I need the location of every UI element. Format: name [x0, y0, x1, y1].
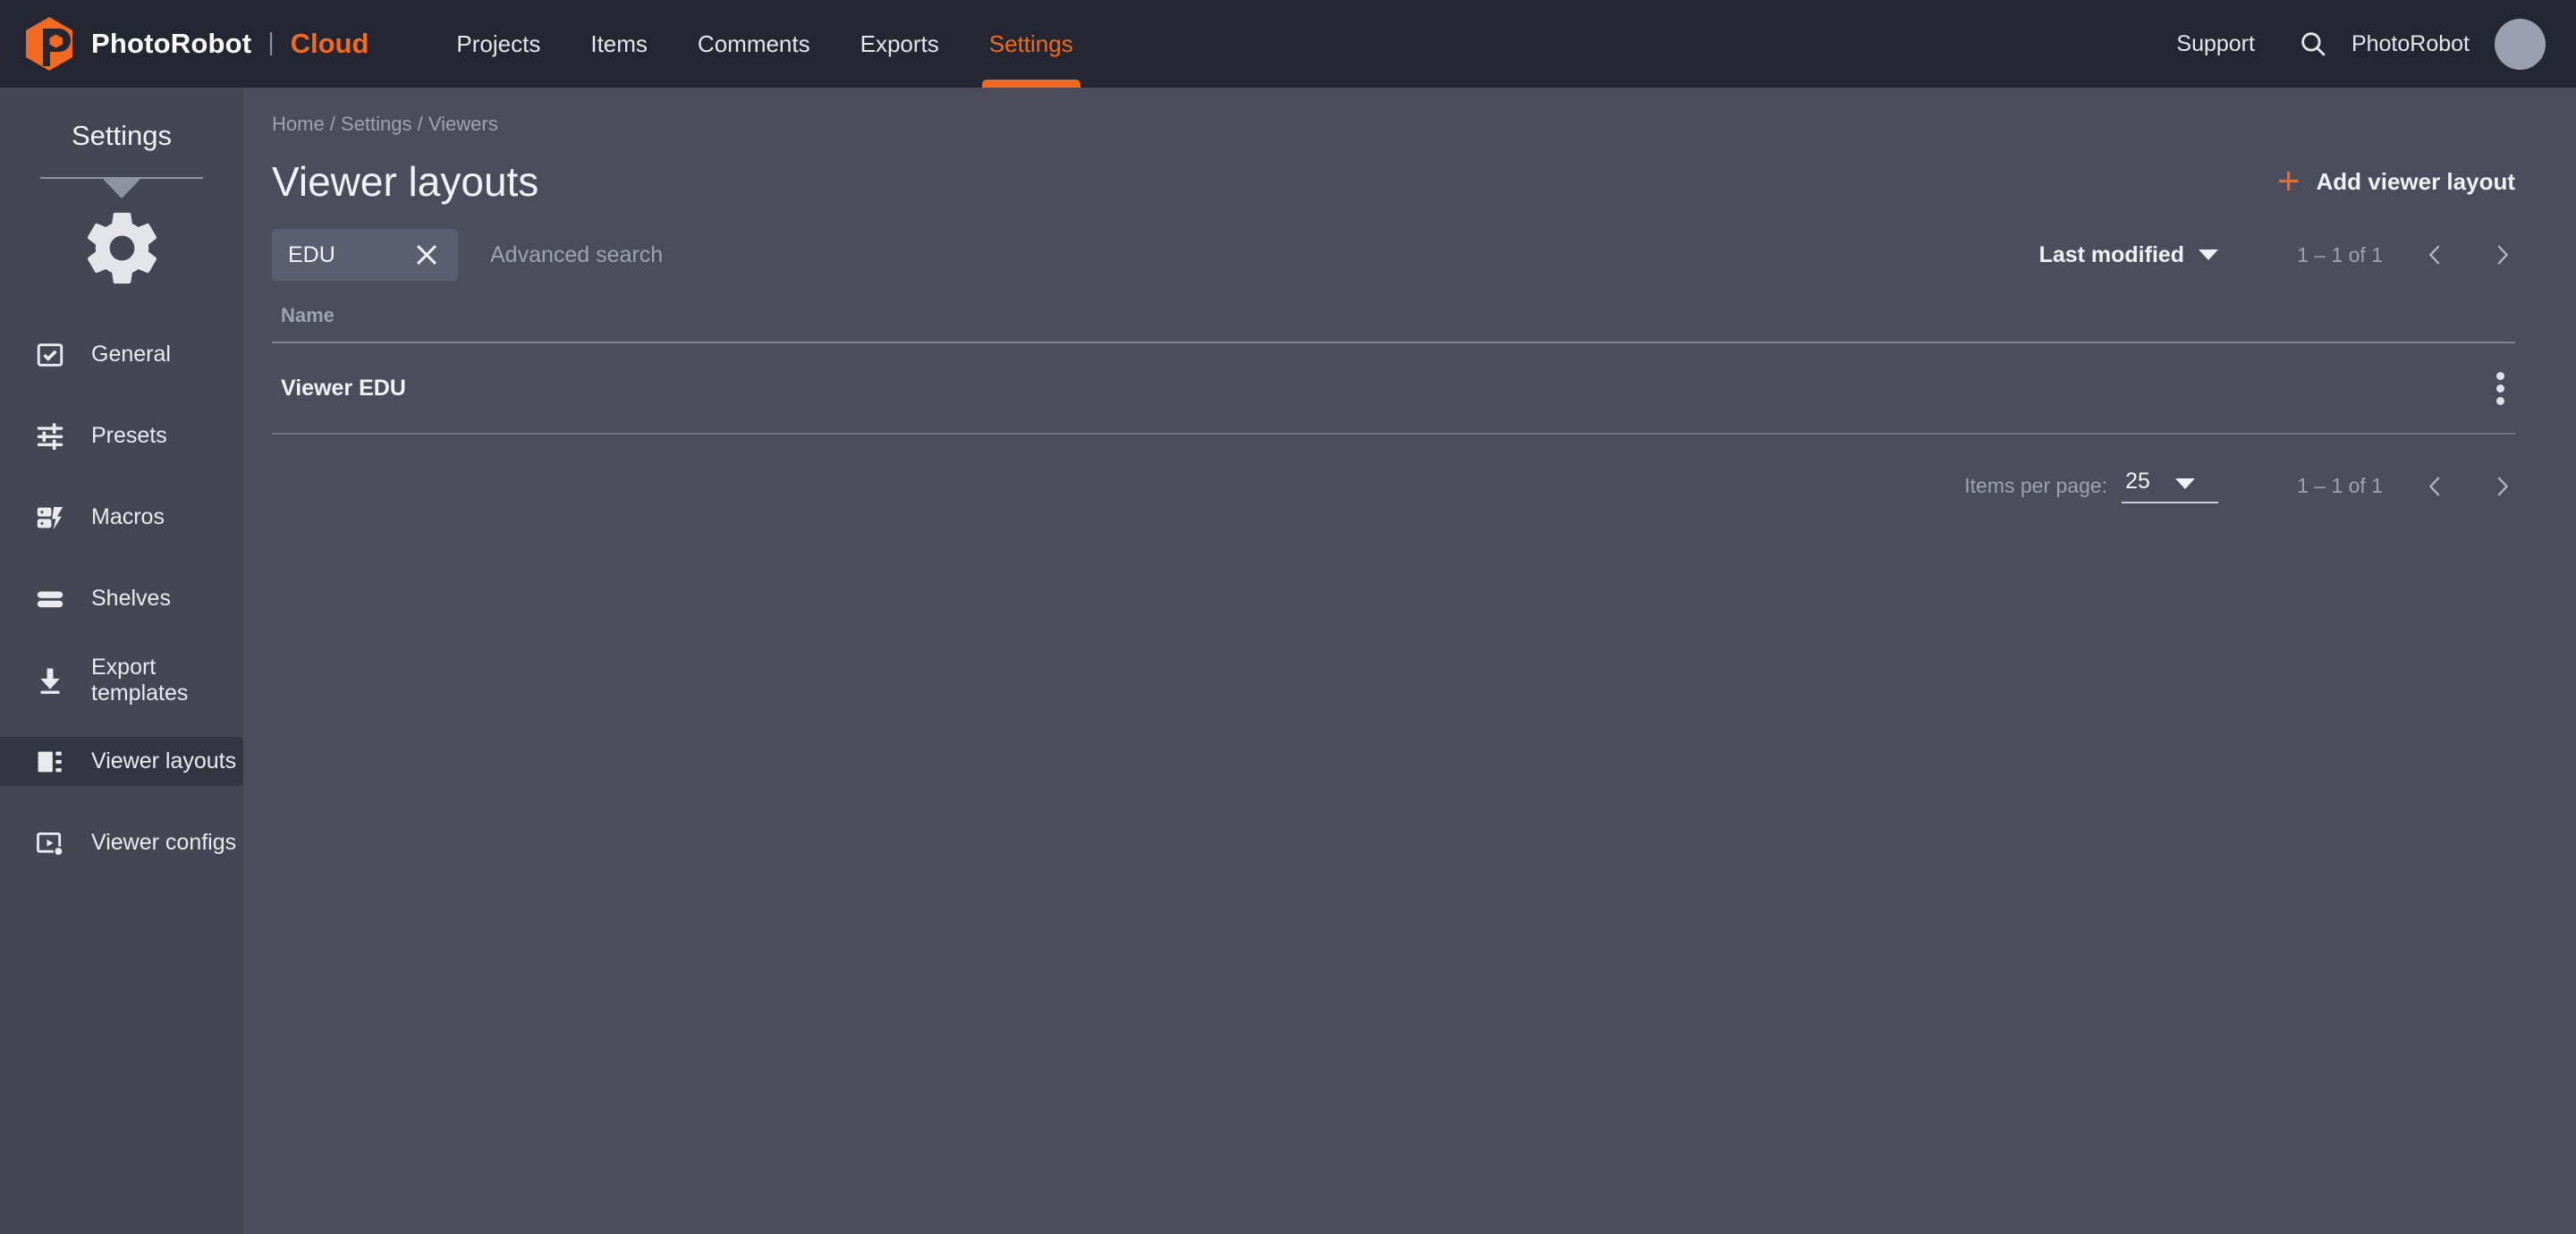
avatar[interactable]: [2495, 19, 2546, 70]
support-link[interactable]: Support: [2176, 31, 2255, 57]
plus-icon: +: [2277, 162, 2301, 201]
column-header-name[interactable]: Name: [281, 304, 335, 326]
bottom-next-page-button[interactable]: [2488, 471, 2515, 502]
table-paginator: Items per page: 25 1 – 1 of 1: [243, 435, 2576, 503]
photorobot-logo-icon: [23, 16, 75, 72]
page-title: Viewer layouts: [272, 157, 538, 206]
add-viewer-layout-label: Add viewer layout: [2317, 168, 2516, 196]
main-content: Home / Settings / Viewers Viewer layouts…: [243, 88, 2576, 1234]
tab-exports[interactable]: Exports: [835, 0, 964, 88]
table-header-divider: [272, 342, 2515, 343]
list-toolbar: EDU Advanced search Last modified 1 – 1 …: [243, 206, 2576, 281]
sidebar-item-macros[interactable]: Macros: [0, 493, 243, 542]
viewer-layouts-table: Name Viewer EDU: [243, 304, 2576, 435]
sidebar-menu: General Presets: [0, 330, 243, 867]
brand-name: PhotoRobot: [91, 28, 251, 60]
macro-bolt-icon: [32, 500, 68, 536]
tab-items[interactable]: Items: [565, 0, 673, 88]
add-viewer-layout-button[interactable]: + Add viewer layout: [2277, 162, 2515, 201]
sidebar-item-viewer-configs[interactable]: Viewer configs: [0, 818, 243, 867]
sidebar-item-label: Macros: [91, 504, 165, 530]
tab-comments[interactable]: Comments: [673, 0, 835, 88]
tab-settings[interactable]: Settings: [964, 0, 1098, 88]
menu-dot: [2496, 385, 2504, 393]
sort-selector-value: Last modified: [2039, 242, 2185, 268]
chevron-down-icon: [2175, 478, 2195, 489]
sidebar-item-presets[interactable]: Presets: [0, 411, 243, 461]
sidebar-item-export-templates[interactable]: Export templates: [0, 655, 243, 705]
viewer-config-icon: [32, 825, 68, 861]
cell-name: Viewer EDU: [281, 376, 406, 401]
sidebar-title: Settings: [0, 88, 243, 152]
items-per-page-value: 25: [2125, 469, 2150, 494]
sidebar-caret-icon: [103, 179, 140, 199]
sidebar-item-label: General: [91, 342, 171, 368]
gear-icon: [0, 206, 243, 291]
items-per-page-select[interactable]: 25: [2122, 469, 2218, 503]
sidebar-item-shelves[interactable]: Shelves: [0, 574, 243, 623]
items-per-page-label: Items per page:: [1964, 474, 2107, 498]
sidebar-item-label: Viewer configs: [91, 830, 236, 856]
top-range-label: 1 – 1 of 1: [2297, 243, 2383, 267]
sidebar-item-viewer-layouts[interactable]: Viewer layouts: [0, 737, 243, 786]
bottom-range-label: 1 – 1 of 1: [2297, 474, 2383, 498]
advanced-search-link[interactable]: Advanced search: [490, 242, 663, 268]
sidebar-item-label: Presets: [91, 423, 167, 449]
sort-selector[interactable]: Last modified: [2039, 242, 2219, 268]
checkbox-icon: [32, 337, 68, 373]
chevron-down-icon: [2199, 249, 2218, 260]
more-vertical-icon[interactable]: [2486, 365, 2515, 412]
settings-sidebar: Settings General: [0, 88, 243, 1234]
breadcrumb[interactable]: Home / Settings / Viewers: [243, 88, 2576, 136]
sidebar-item-general[interactable]: General: [0, 330, 243, 379]
sliders-icon: [32, 418, 68, 454]
sidebar-divider: [40, 177, 203, 179]
search-input-value: EDU: [288, 242, 335, 268]
page-header: Viewer layouts + Add viewer layout: [243, 136, 2576, 206]
top-next-page-button[interactable]: [2488, 240, 2515, 270]
sidebar-item-label: Shelves: [91, 586, 171, 612]
sidebar-item-label: Viewer layouts: [91, 748, 236, 774]
shelves-icon: [32, 581, 68, 617]
download-icon: [32, 663, 68, 698]
tab-projects[interactable]: Projects: [431, 0, 565, 88]
table-header-row: Name: [272, 304, 2515, 342]
table-row-divider: [272, 433, 2515, 435]
nav-right-group: Support PhotoRobot: [2176, 19, 2576, 70]
brand-product: Cloud: [291, 28, 369, 60]
menu-dot: [2496, 372, 2504, 380]
menu-dot: [2496, 397, 2504, 405]
bottom-prev-page-button[interactable]: [2422, 471, 2449, 502]
top-prev-page-button[interactable]: [2422, 240, 2449, 270]
search-icon[interactable]: [2298, 29, 2328, 59]
layout-icon: [32, 744, 68, 780]
table-row[interactable]: Viewer EDU: [272, 343, 2515, 433]
brand[interactable]: PhotoRobot | Cloud: [0, 16, 369, 72]
toolbar-right-group: Last modified 1 – 1 of 1: [2039, 240, 2515, 270]
brand-separator: |: [267, 28, 274, 56]
main-nav-tabs: Projects Items Comments Exports Settings: [431, 0, 1097, 88]
search-input[interactable]: EDU: [272, 229, 458, 281]
top-navigation-bar: PhotoRobot | Cloud Projects Items Commen…: [0, 0, 2576, 88]
close-icon[interactable]: [411, 240, 442, 270]
sidebar-item-label: Export templates: [91, 655, 243, 706]
user-name-label[interactable]: PhotoRobot: [2351, 31, 2470, 57]
